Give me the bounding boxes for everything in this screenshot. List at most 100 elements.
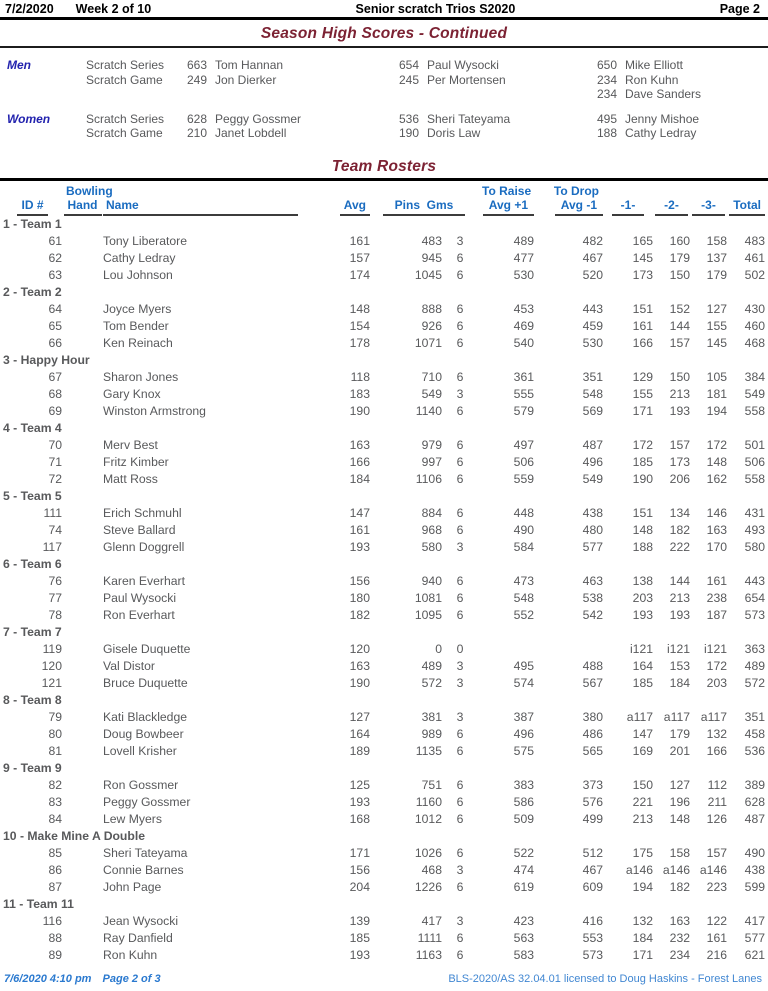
- gender-label: [0, 126, 86, 141]
- player-to-drop: 351: [582, 369, 604, 384]
- player-game-1: 213: [632, 811, 654, 826]
- player-bowling-hand: [62, 301, 103, 318]
- player-gms: 6: [456, 335, 464, 350]
- player-to-drop: 459: [582, 318, 604, 333]
- player-pins: 710: [421, 369, 442, 384]
- player-gms: 6: [456, 301, 464, 316]
- player-bowling-hand: [62, 777, 103, 794]
- player-game-3: 161: [706, 930, 728, 945]
- player-to-raise: 477: [513, 250, 535, 265]
- player-avg: 190: [349, 403, 370, 418]
- player-row: 82 Ron Gossmer 125 751 6 383 373 150 127 112 389: [3, 777, 765, 794]
- player-id: 62: [48, 250, 62, 265]
- team-name: 6 - Team 6: [3, 556, 62, 571]
- player-game-3: 137: [706, 250, 728, 265]
- roster-table: ID # Bowling Hand Name Avg Pins Gms To Ra…: [3, 182, 766, 964]
- player-to-raise: 579: [513, 403, 535, 418]
- player-game-3: 170: [706, 539, 728, 554]
- footer-page-info: Page 2 of 3: [102, 973, 161, 985]
- player-gms: 6: [456, 743, 464, 758]
- player-pins: 1226: [414, 879, 442, 894]
- high-scores-group-gap: [0, 102, 768, 112]
- player-id: 64: [48, 301, 62, 316]
- player-id: 119: [42, 641, 62, 656]
- player-bowling-hand: [62, 471, 103, 488]
- player-to-raise: 495: [513, 658, 535, 673]
- player-row: 119 Gisele Duquette 120 0 0 i121 i121 i121 363: [3, 641, 765, 658]
- player-bowling-hand: [62, 947, 103, 964]
- team-name: 1 - Team 1: [3, 216, 62, 231]
- player-avg: 154: [349, 318, 370, 333]
- player-game-1: 132: [632, 913, 654, 928]
- player-game-2: 232: [669, 930, 691, 945]
- player-name: Ron Gossmer: [103, 777, 179, 792]
- player-bowling-hand: [62, 913, 103, 930]
- footer-license-info: BLS-2020/AS 32.04.01 licensed to Doug Ha…: [448, 973, 762, 985]
- player-gms: 6: [456, 522, 464, 537]
- player-pins: 884: [421, 505, 442, 520]
- player-to-raise: [478, 641, 534, 658]
- player-total: 431: [744, 505, 766, 520]
- column-header-to-raise: To Raise Avg +1: [478, 182, 535, 216]
- player-to-drop: 567: [582, 675, 604, 690]
- player-id: 79: [48, 709, 62, 724]
- player-game-2: 148: [669, 811, 691, 826]
- high-score-value: 495: [596, 111, 617, 126]
- player-game-3: 163: [706, 522, 728, 537]
- player-game-3: 122: [706, 913, 728, 928]
- player-gms: 3: [456, 658, 464, 673]
- player-to-raise: 575: [513, 743, 535, 758]
- high-score-player-name: Cathy Ledray: [625, 126, 697, 140]
- player-to-raise: 574: [513, 675, 535, 690]
- player-game-3: 161: [706, 573, 728, 588]
- column-header-avg: Avg: [333, 182, 370, 216]
- player-total: 384: [744, 369, 766, 384]
- player-game-3: 132: [706, 726, 728, 741]
- player-bowling-hand: [62, 454, 103, 471]
- team-header-row: 11 - Team 11: [3, 896, 765, 913]
- player-bowling-hand: [62, 539, 103, 556]
- roster-table-header: ID # Bowling Hand Name Avg Pins Gms To Ra…: [3, 182, 766, 216]
- player-to-raise: 423: [513, 913, 535, 928]
- player-game-2: 182: [669, 522, 691, 537]
- player-id: 71: [48, 454, 62, 469]
- player-row: 80 Doug Bowbeer 164 989 6 496 486 147 179 132 458: [3, 726, 765, 743]
- player-total: 468: [744, 335, 766, 350]
- player-pins: 1106: [415, 471, 442, 486]
- player-total: 549: [744, 386, 766, 401]
- player-game-2: 157: [669, 335, 691, 350]
- player-pins: 1071: [414, 335, 442, 350]
- player-total: 654: [744, 590, 766, 605]
- player-to-raise: 489: [513, 233, 535, 248]
- team-name: 5 - Team 5: [3, 488, 62, 503]
- player-bowling-hand: [62, 930, 103, 947]
- player-to-raise: 559: [513, 471, 535, 486]
- player-row: 78 Ron Everhart 182 1095 6 552 542 193 193 187 573: [3, 607, 765, 624]
- team-name: 8 - Team 8: [3, 692, 62, 707]
- player-gms: 6: [456, 590, 464, 605]
- player-gms: 6: [456, 403, 464, 418]
- column-header-total: Total: [727, 182, 766, 216]
- player-pins: 381: [421, 709, 442, 724]
- player-avg: 171: [349, 845, 370, 860]
- player-game-1: 193: [632, 607, 654, 622]
- player-total: 580: [744, 539, 766, 554]
- player-total: 438: [744, 862, 766, 877]
- player-pins: 572: [421, 675, 442, 690]
- column-header-bowling-hand: Bowling Hand: [62, 182, 113, 216]
- player-pins: 751: [421, 777, 442, 792]
- player-pins: 997: [421, 454, 442, 469]
- player-to-raise: 522: [513, 845, 535, 860]
- player-bowling-hand: [62, 590, 103, 607]
- player-game-1: 185: [632, 454, 654, 469]
- player-row: 68 Gary Knox 183 549 3 555 548 155 213 181 549: [3, 386, 765, 403]
- player-game-3: 166: [706, 743, 728, 758]
- player-total: 599: [744, 879, 766, 894]
- player-row: 85 Sheri Tateyama 171 1026 6 522 512 175 158 157 4…: [3, 845, 765, 862]
- player-game-1: i121: [629, 641, 654, 656]
- player-pins: 0: [435, 641, 442, 656]
- player-pins: 1045: [414, 267, 442, 282]
- player-avg: 185: [349, 930, 370, 945]
- player-gms: 3: [456, 862, 464, 877]
- player-avg: 164: [349, 726, 370, 741]
